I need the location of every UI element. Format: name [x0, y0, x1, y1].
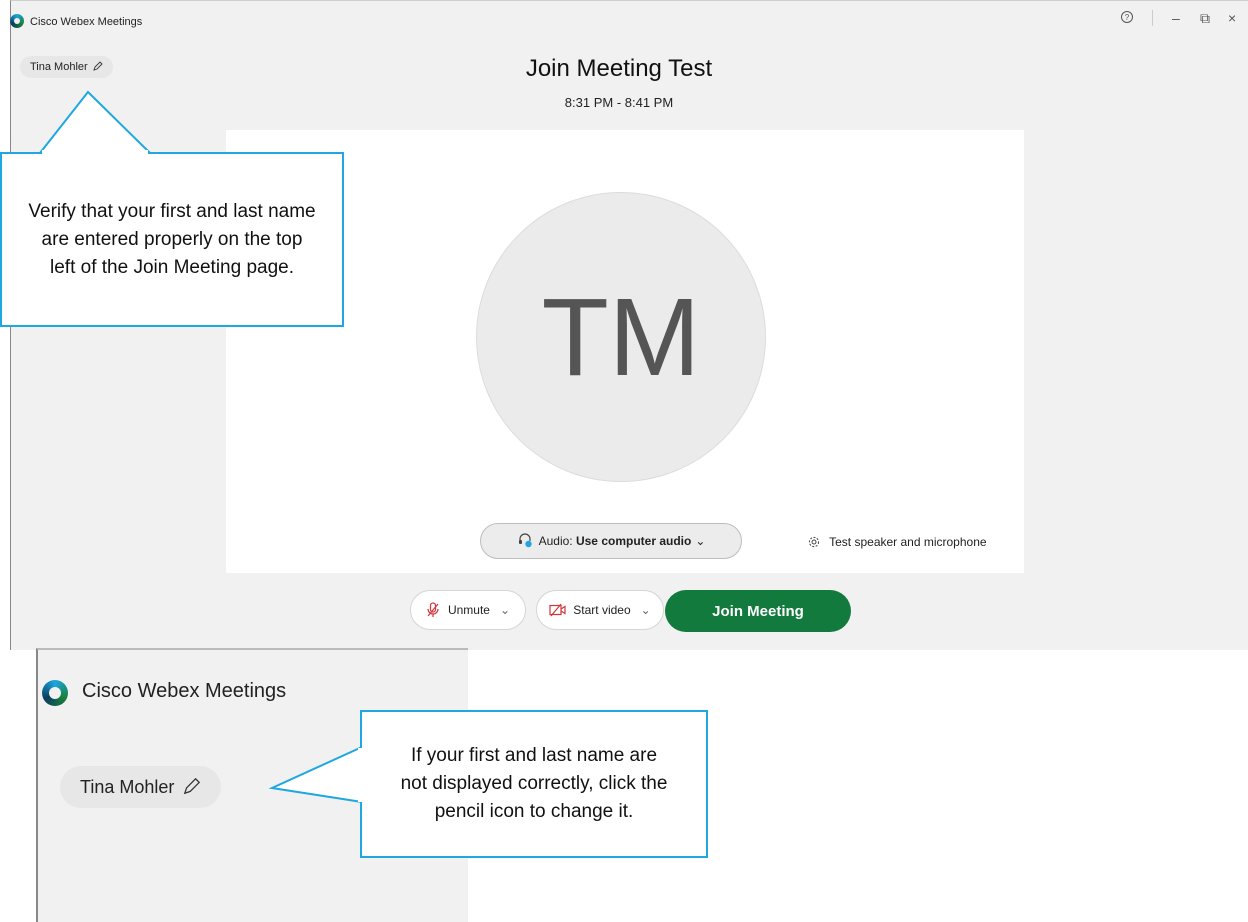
help-icon[interactable]: ? — [1120, 10, 1134, 27]
chevron-down-icon: ⌄ — [695, 534, 706, 548]
webex-logo-icon — [42, 680, 68, 706]
video-off-icon — [549, 603, 573, 618]
inset-user-name-label: Tina Mohler — [80, 777, 175, 797]
chevron-down-icon[interactable]: ⌄ — [641, 603, 651, 617]
test-speaker-mic-link[interactable]: Test speaker and microphone — [808, 535, 987, 549]
unmute-label: Unmute — [447, 603, 490, 617]
restore-icon[interactable]: ⧉ — [1200, 10, 1210, 27]
close-icon[interactable]: × — [1228, 10, 1236, 26]
audio-label: Audio: — [538, 534, 573, 548]
titlebar-divider — [1152, 10, 1153, 26]
verify-callout: Verify that your first and last name are… — [0, 152, 344, 327]
headset-icon — [517, 532, 533, 551]
verify-callout-text: Verify that your first and last name are… — [28, 200, 316, 278]
callout-join-patch — [42, 150, 148, 154]
test-link-label: Test speaker and microphone — [829, 535, 987, 549]
audio-value: Use computer audio — [575, 534, 692, 548]
start-video-button[interactable]: Start video ⌄ — [536, 590, 664, 630]
start-video-label: Start video — [573, 603, 631, 617]
callout-join-patch — [358, 748, 362, 802]
microphone-muted-icon — [426, 602, 448, 618]
minimize-icon[interactable]: – — [1172, 10, 1180, 26]
chevron-down-icon[interactable]: ⌄ — [500, 603, 510, 617]
inset-window-title: Cisco Webex Meetings — [82, 680, 287, 702]
pencil-callout: If your first and last name are not disp… — [360, 710, 708, 858]
pencil-icon[interactable] — [179, 777, 201, 797]
join-meeting-button[interactable]: Join Meeting — [665, 590, 851, 632]
unmute-button[interactable]: Unmute ⌄ — [410, 590, 526, 630]
audio-select-button[interactable]: Audio: Use computer audio ⌄ — [480, 523, 742, 559]
pencil-callout-text: If your first and last name are not disp… — [400, 745, 668, 822]
gear-icon — [808, 535, 829, 549]
avatar: TM — [476, 192, 766, 482]
svg-text:?: ? — [1125, 13, 1130, 22]
inset-user-name-button[interactable]: Tina Mohler — [60, 766, 222, 808]
